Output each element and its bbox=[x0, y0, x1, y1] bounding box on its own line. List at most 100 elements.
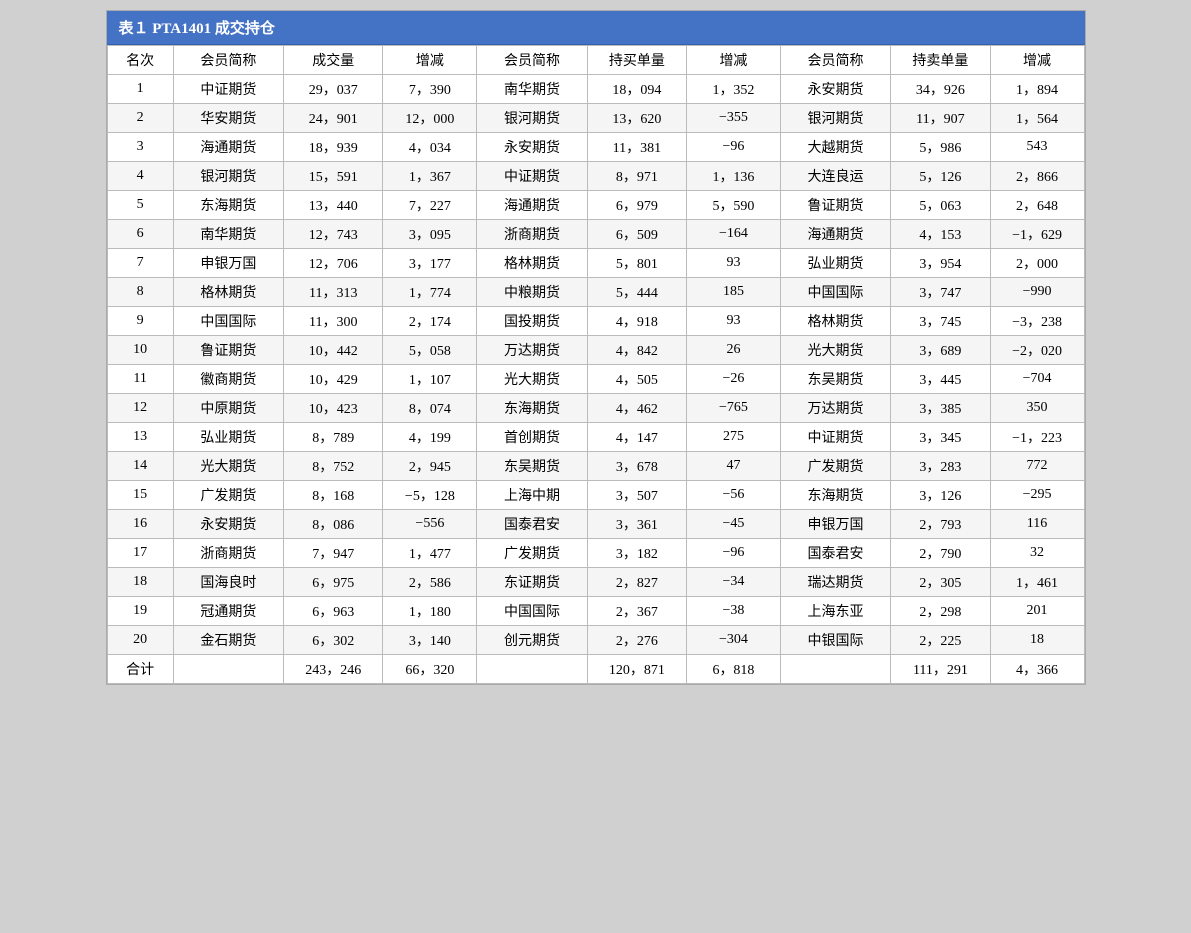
cell-buy-member: 东证期货 bbox=[477, 568, 587, 597]
cell-buy-chg: 1，352 bbox=[687, 75, 781, 104]
cell-trade-member: 海通期货 bbox=[173, 133, 283, 162]
cell-trade-member: 徽商期货 bbox=[173, 365, 283, 394]
total-buy-vol: 120，871 bbox=[587, 655, 686, 684]
total-row: 合计 243，246 66，320 120，871 6，818 111，291 … bbox=[107, 655, 1084, 684]
table-row: 14光大期货8，7522，945东吴期货3，67847广发期货3，283772 bbox=[107, 452, 1084, 481]
cell-rank: 10 bbox=[107, 336, 173, 365]
table-row: 12中原期货10，4238，074东海期货4，462−765万达期货3，3853… bbox=[107, 394, 1084, 423]
cell-sell-vol: 3，345 bbox=[891, 423, 990, 452]
header-trade-chg: 增减 bbox=[383, 46, 477, 75]
cell-trade-member: 光大期货 bbox=[173, 452, 283, 481]
cell-trade-member: 东海期货 bbox=[173, 191, 283, 220]
cell-buy-chg: −56 bbox=[687, 481, 781, 510]
cell-rank: 19 bbox=[107, 597, 173, 626]
cell-trade-vol: 8，752 bbox=[284, 452, 383, 481]
cell-sell-chg: 1，894 bbox=[990, 75, 1084, 104]
cell-trade-chg: 2，174 bbox=[383, 307, 477, 336]
table-row: 2华安期货24，90112，000银河期货13，620−355银河期货11，90… bbox=[107, 104, 1084, 133]
cell-buy-member: 国投期货 bbox=[477, 307, 587, 336]
cell-rank: 13 bbox=[107, 423, 173, 452]
cell-buy-chg: 5，590 bbox=[687, 191, 781, 220]
cell-sell-chg: −1，629 bbox=[990, 220, 1084, 249]
table-row: 6南华期货12，7433，095浙商期货6，509−164海通期货4，153−1… bbox=[107, 220, 1084, 249]
cell-rank: 11 bbox=[107, 365, 173, 394]
cell-sell-member: 永安期货 bbox=[780, 75, 890, 104]
table-row: 15广发期货8，168−5，128上海中期3，507−56东海期货3，126−2… bbox=[107, 481, 1084, 510]
cell-buy-vol: 8，971 bbox=[587, 162, 686, 191]
main-container: 表１ PTA1401 成交持仓 名次 会员简称 成交量 增减 会员简称 持买单量… bbox=[106, 10, 1086, 685]
cell-trade-chg: 7，390 bbox=[383, 75, 477, 104]
cell-sell-vol: 3，283 bbox=[891, 452, 990, 481]
cell-sell-chg: 1，461 bbox=[990, 568, 1084, 597]
table-row: 18国海良时6，9752，586东证期货2，827−34瑞达期货2，3051，4… bbox=[107, 568, 1084, 597]
cell-sell-member: 广发期货 bbox=[780, 452, 890, 481]
cell-sell-member: 中国国际 bbox=[780, 278, 890, 307]
cell-sell-vol: 5，063 bbox=[891, 191, 990, 220]
cell-buy-vol: 4，918 bbox=[587, 307, 686, 336]
cell-trade-member: 华安期货 bbox=[173, 104, 283, 133]
cell-sell-vol: 3，954 bbox=[891, 249, 990, 278]
cell-sell-member: 光大期货 bbox=[780, 336, 890, 365]
cell-buy-member: 上海中期 bbox=[477, 481, 587, 510]
cell-buy-vol: 4，842 bbox=[587, 336, 686, 365]
cell-buy-member: 中证期货 bbox=[477, 162, 587, 191]
cell-buy-chg: 47 bbox=[687, 452, 781, 481]
cell-buy-vol: 3，678 bbox=[587, 452, 686, 481]
cell-trade-vol: 8，789 bbox=[284, 423, 383, 452]
cell-trade-member: 南华期货 bbox=[173, 220, 283, 249]
cell-buy-vol: 5，444 bbox=[587, 278, 686, 307]
cell-buy-member: 创元期货 bbox=[477, 626, 587, 655]
cell-trade-member: 格林期货 bbox=[173, 278, 283, 307]
cell-trade-chg: 7，227 bbox=[383, 191, 477, 220]
cell-rank: 20 bbox=[107, 626, 173, 655]
cell-buy-vol: 6，979 bbox=[587, 191, 686, 220]
table-row: 16永安期货8，086−556国泰君安3，361−45申银万国2，793116 bbox=[107, 510, 1084, 539]
cell-sell-member: 东吴期货 bbox=[780, 365, 890, 394]
cell-trade-member: 浙商期货 bbox=[173, 539, 283, 568]
cell-buy-vol: 3，361 bbox=[587, 510, 686, 539]
cell-buy-vol: 4，505 bbox=[587, 365, 686, 394]
header-buy-vol: 持买单量 bbox=[587, 46, 686, 75]
cell-trade-chg: 12，000 bbox=[383, 104, 477, 133]
cell-buy-chg: −765 bbox=[687, 394, 781, 423]
cell-sell-chg: −3，238 bbox=[990, 307, 1084, 336]
cell-trade-member: 中证期货 bbox=[173, 75, 283, 104]
cell-buy-chg: 93 bbox=[687, 307, 781, 336]
cell-trade-vol: 8，168 bbox=[284, 481, 383, 510]
header-trade-member: 会员简称 bbox=[173, 46, 283, 75]
cell-trade-chg: 5，058 bbox=[383, 336, 477, 365]
table-row: 8格林期货11，3131，774中粮期货5，444185中国国际3，747−99… bbox=[107, 278, 1084, 307]
cell-sell-chg: 116 bbox=[990, 510, 1084, 539]
cell-buy-chg: 93 bbox=[687, 249, 781, 278]
cell-rank: 7 bbox=[107, 249, 173, 278]
cell-trade-member: 冠通期货 bbox=[173, 597, 283, 626]
cell-trade-chg: 1，367 bbox=[383, 162, 477, 191]
cell-sell-vol: 2，305 bbox=[891, 568, 990, 597]
total-buy-member-blank bbox=[477, 655, 587, 684]
table-row: 3海通期货18，9394，034永安期货11，381−96大越期货5，98654… bbox=[107, 133, 1084, 162]
cell-buy-member: 南华期货 bbox=[477, 75, 587, 104]
cell-buy-vol: 5，801 bbox=[587, 249, 686, 278]
cell-rank: 15 bbox=[107, 481, 173, 510]
cell-trade-vol: 12，706 bbox=[284, 249, 383, 278]
header-rank: 名次 bbox=[107, 46, 173, 75]
cell-sell-chg: 201 bbox=[990, 597, 1084, 626]
cell-sell-chg: −704 bbox=[990, 365, 1084, 394]
table-row: 17浙商期货7，9471，477广发期货3，182−96国泰君安2，79032 bbox=[107, 539, 1084, 568]
cell-buy-vol: 6，509 bbox=[587, 220, 686, 249]
cell-sell-chg: 2，866 bbox=[990, 162, 1084, 191]
total-buy-chg: 6，818 bbox=[687, 655, 781, 684]
cell-rank: 12 bbox=[107, 394, 173, 423]
cell-rank: 5 bbox=[107, 191, 173, 220]
cell-buy-vol: 3，507 bbox=[587, 481, 686, 510]
cell-sell-chg: −2，020 bbox=[990, 336, 1084, 365]
cell-buy-member: 东海期货 bbox=[477, 394, 587, 423]
cell-buy-chg: 275 bbox=[687, 423, 781, 452]
cell-sell-vol: 3，126 bbox=[891, 481, 990, 510]
cell-buy-member: 中粮期货 bbox=[477, 278, 587, 307]
cell-sell-chg: 32 bbox=[990, 539, 1084, 568]
cell-buy-chg: −96 bbox=[687, 539, 781, 568]
cell-sell-vol: 2，298 bbox=[891, 597, 990, 626]
cell-rank: 9 bbox=[107, 307, 173, 336]
cell-sell-member: 海通期货 bbox=[780, 220, 890, 249]
